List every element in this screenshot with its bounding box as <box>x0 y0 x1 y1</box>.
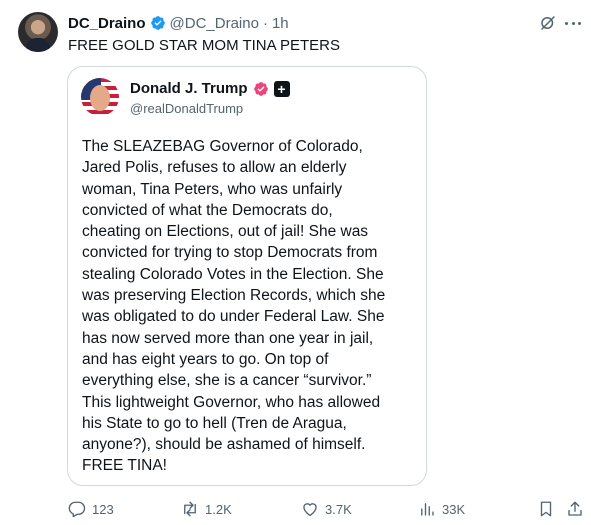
author-display-name[interactable]: DC_Draino <box>68 15 146 32</box>
views-count: 33K <box>442 501 466 517</box>
author-handle[interactable]: @DC_Draino <box>170 15 259 32</box>
post-timestamp[interactable]: 1h <box>272 15 289 32</box>
views-button[interactable]: 33K <box>418 500 465 518</box>
quoted-author-avatar[interactable] <box>81 78 119 116</box>
share-button[interactable] <box>566 500 584 518</box>
like-count: 3.7K <box>325 501 352 517</box>
quoted-post-card[interactable]: Donald J. Trump + @realDonaldTrump The S… <box>67 66 427 486</box>
quoted-author-display-name[interactable]: Donald J. Trump <box>130 80 248 97</box>
bookmark-icon <box>540 501 552 517</box>
more-icon[interactable] <box>565 14 581 32</box>
quoted-author-handle[interactable]: @realDonaldTrump <box>130 101 243 116</box>
share-icon <box>568 501 582 516</box>
verified-gold-badge-icon <box>253 81 268 96</box>
grok-icon[interactable] <box>539 14 557 32</box>
retweet-button[interactable]: 1.2K <box>181 500 232 518</box>
views-icon <box>421 503 434 516</box>
retweet-count: 1.2K <box>205 501 232 517</box>
reply-count: 123 <box>92 501 114 517</box>
affiliation-badge-icon: + <box>273 80 290 97</box>
like-button[interactable]: 3.7K <box>301 500 352 518</box>
quoted-post-text: The SLEAZEBAG Governor of Colorado, Jare… <box>82 138 386 475</box>
action-bar: 123 1.2K 3.7K 33K <box>0 497 591 521</box>
heart-icon <box>303 503 317 517</box>
bookmark-button[interactable] <box>537 500 555 518</box>
retweet-icon <box>184 501 196 517</box>
verified-badge-icon <box>150 16 165 30</box>
post-header: DC_Draino @DC_Draino · 1h <box>68 13 289 33</box>
separator-dot: · <box>262 14 268 32</box>
post[interactable]: DC_Draino @DC_Draino · 1h FREE GOLD STAR… <box>0 0 591 525</box>
post-text: FREE GOLD STAR MOM TINA PETERS <box>68 37 340 54</box>
reply-icon <box>68 501 86 518</box>
author-avatar[interactable] <box>18 12 58 52</box>
quoted-author-row: Donald J. Trump + <box>130 80 290 97</box>
reply-button[interactable]: 123 <box>68 500 114 518</box>
